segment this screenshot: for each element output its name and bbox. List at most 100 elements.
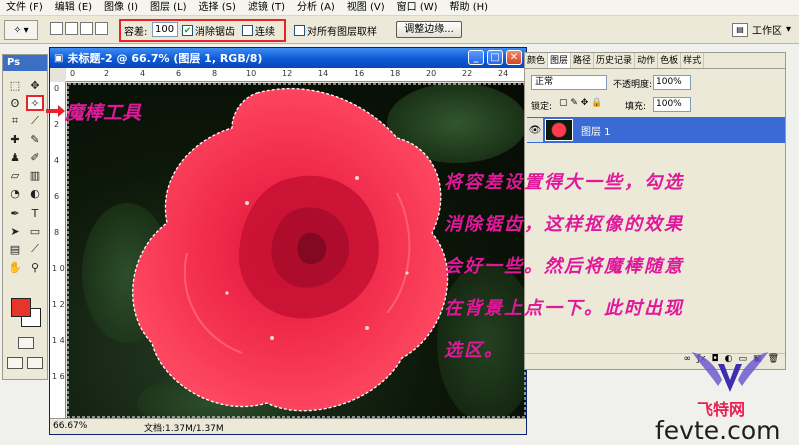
eraser-tool-icon[interactable]: ▱ [6, 167, 24, 183]
menu-layer[interactable]: 图层 (L) [144, 0, 193, 16]
checkmark-icon: ✔ [182, 25, 193, 36]
tab-swatches[interactable]: 色板 [658, 53, 682, 68]
new-selection-icon[interactable] [50, 22, 63, 35]
zoom-level[interactable]: 66.67% [53, 421, 87, 431]
options-bar: ✧ ▾ 容差: 100 ✔ 消除锯齿 连续 对所有图层取样 调整边缘... ▤ … [0, 16, 799, 44]
ruler-tick-label: 6 [54, 192, 60, 201]
eyedropper-tool-icon[interactable]: ⟋ [26, 241, 44, 257]
ruler-vertical: 0 2 4 6 8 1 0 1 2 1 4 1 6 [50, 82, 66, 418]
intersect-selection-icon[interactable] [95, 22, 108, 35]
history-brush-icon[interactable]: ✐ [26, 149, 44, 165]
note-line: 会好一些。然后将魔棒随意 [444, 256, 684, 277]
tolerance-input[interactable]: 100 [152, 22, 178, 37]
brush-tool-icon[interactable]: ✎ [26, 131, 44, 147]
menu-image[interactable]: 图像 (I) [98, 0, 144, 16]
tab-color[interactable]: 颜色 [525, 53, 549, 68]
minimize-button[interactable]: _ [468, 50, 484, 65]
ruler-tick-label: 2 [54, 120, 60, 129]
healing-brush-icon[interactable]: ✚ [6, 131, 24, 147]
ruler-tick-label: 14 [318, 69, 329, 78]
chevron-down-icon: ▾ [23, 24, 29, 36]
ruler-tick-label: 24 [498, 69, 509, 78]
menu-window[interactable]: 窗口 (W) [391, 0, 444, 16]
foreground-color-swatch[interactable] [11, 298, 31, 317]
menu-analysis[interactable]: 分析 (A) [291, 0, 341, 16]
document-titlebar[interactable]: ▣ 未标题-2 @ 66.7% (图层 1, RGB/8) [50, 48, 526, 68]
lock-label: 锁定: [531, 102, 553, 112]
blend-mode-select[interactable]: 正常 [531, 75, 607, 90]
tab-actions[interactable]: 动作 [635, 53, 659, 68]
eye-icon[interactable]: 👁 [527, 118, 543, 142]
document-icon: ▣ [54, 52, 64, 64]
layer-name: 图层 1 [581, 126, 611, 138]
ruler-tick-label: 2 [104, 69, 110, 78]
screen-mode-icon[interactable] [7, 357, 23, 369]
maximize-button[interactable]: □ [487, 50, 503, 65]
menu-help[interactable]: 帮助 (H) [444, 0, 495, 16]
screen-mode-full-icon[interactable] [27, 357, 43, 369]
sample-all-layers-checkbox[interactable]: 对所有图层取样 [294, 23, 377, 38]
note-line: 消除锯齿，这样抠像的效果 [444, 214, 684, 235]
toolbox: Ps ⬚ ✥ ʘ ✧ ⌗ ⟋ ✚ ✎ ♟ ✐ ▱ ▥ ◔ ◐ ✒ T ➤ ▭ ▤… [2, 54, 48, 380]
pen-tool-icon[interactable]: ✒ [6, 205, 24, 221]
contiguous-label: 连续 [255, 27, 275, 38]
ruler-tick-label: 8 [212, 69, 218, 78]
ruler-tick-label: 4 [54, 156, 60, 165]
menu-edit[interactable]: 编辑 (E) [49, 0, 98, 16]
note-line: 在背景上点一下。此时出现 [444, 298, 684, 319]
tab-history[interactable]: 历史记录 [594, 53, 636, 68]
hand-tool-icon[interactable]: ✋ [6, 259, 24, 275]
lasso-tool-icon[interactable]: ʘ [6, 95, 24, 111]
ruler-tick-label: 10 [246, 69, 257, 78]
zoom-tool-icon[interactable]: ⚲ [26, 259, 44, 275]
ruler-tick-label: 4 [140, 69, 146, 78]
layer-row[interactable]: 👁 图层 1 [527, 117, 785, 143]
ruler-tick-label: 8 [54, 228, 60, 237]
opacity-input[interactable]: 100% [653, 75, 691, 90]
fill-input[interactable]: 100% [653, 97, 691, 112]
marquee-tool-icon[interactable]: ⬚ [6, 77, 24, 93]
ruler-tick-label: 0 [54, 84, 60, 93]
refine-edge-button[interactable]: 调整边缘... [396, 21, 462, 38]
subtract-selection-icon[interactable] [80, 22, 93, 35]
type-tool-icon[interactable]: T [26, 205, 44, 221]
ruler-tick-label: 20 [426, 69, 437, 78]
close-button[interactable]: ✕ [506, 50, 522, 65]
antialias-checkbox[interactable]: ✔ 消除锯齿 [182, 23, 235, 38]
ruler-tick-label: 22 [462, 69, 473, 78]
tool-preset-picker[interactable]: ✧ ▾ [4, 20, 38, 40]
crop-tool-icon[interactable]: ⌗ [6, 113, 24, 129]
checkbox-empty-icon [294, 25, 305, 36]
ruler-tick-label: 12 [282, 69, 293, 78]
lock-icons[interactable]: ▢ ✎ ✥ 🔒 [559, 98, 602, 108]
watermark-logo [692, 352, 768, 392]
image-canvas[interactable] [67, 83, 526, 418]
gradient-tool-icon[interactable]: ▥ [26, 167, 44, 183]
blur-tool-icon[interactable]: ◔ [6, 185, 24, 201]
checkbox-empty-icon [242, 25, 253, 36]
menu-view[interactable]: 视图 (V) [341, 0, 391, 16]
clone-stamp-icon[interactable]: ♟ [6, 149, 24, 165]
opacity-label: 不透明度: [613, 80, 653, 90]
tab-styles[interactable]: 样式 [681, 53, 705, 68]
magic-wand-icon: ✧ [13, 24, 22, 36]
workspace-menu[interactable]: ▤ 工作区 ▾ [731, 22, 791, 37]
tab-paths[interactable]: 路径 [571, 53, 595, 68]
quick-mask-icon[interactable] [18, 337, 34, 349]
dodge-tool-icon[interactable]: ◐ [26, 185, 44, 201]
move-tool-icon[interactable]: ✥ [26, 77, 44, 93]
path-selection-icon[interactable]: ➤ [6, 223, 24, 239]
shape-tool-icon[interactable]: ▭ [26, 223, 44, 239]
palette-well-icon[interactable]: ▤ [731, 22, 748, 37]
menu-filter[interactable]: 滤镜 (T) [242, 0, 291, 16]
tab-layers[interactable]: 图层 [548, 53, 572, 68]
add-selection-icon[interactable] [65, 22, 78, 35]
slice-tool-icon[interactable]: ⟋ [26, 113, 44, 129]
magic-wand-tool-icon[interactable]: ✧ [26, 95, 44, 111]
contiguous-checkbox[interactable]: 连续 [242, 23, 275, 38]
document-title: 未标题-2 @ 66.7% (图层 1, RGB/8) [67, 52, 263, 65]
menu-select[interactable]: 选择 (S) [193, 0, 242, 16]
ruler-tick-label: 16 [354, 69, 365, 78]
menu-file[interactable]: 文件 (F) [0, 0, 49, 16]
notes-tool-icon[interactable]: ▤ [6, 241, 24, 257]
